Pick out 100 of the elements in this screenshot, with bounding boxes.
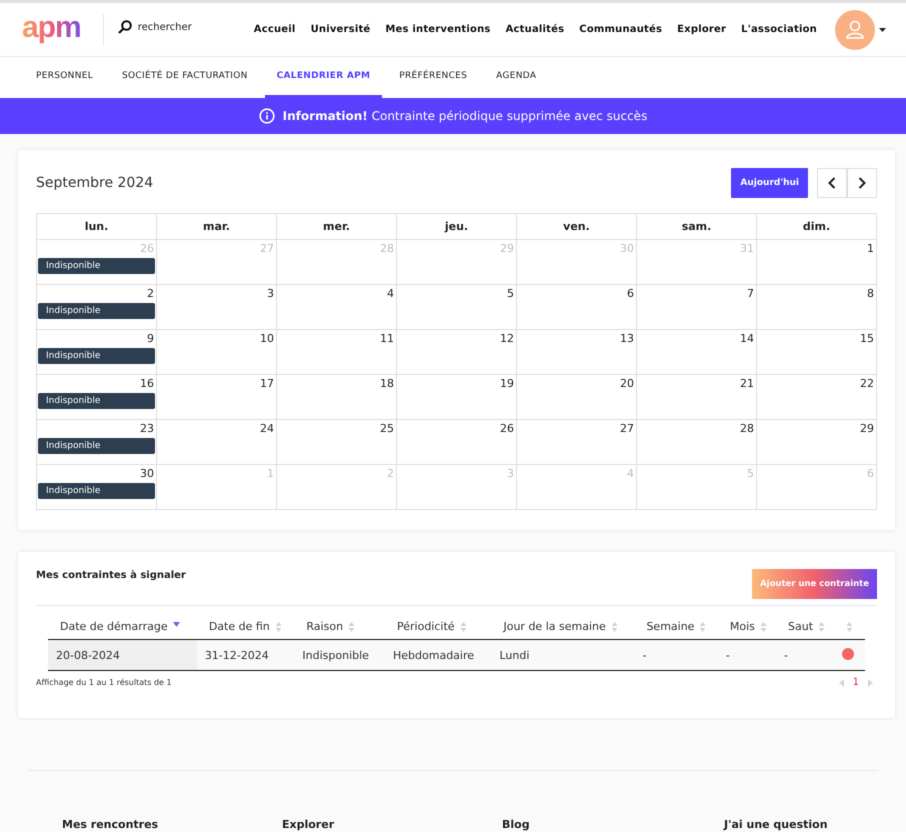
day-cell[interactable]: 2 Indisponible	[37, 285, 157, 330]
day-cell[interactable]: 17	[157, 375, 277, 420]
day-cell[interactable]: 5	[397, 285, 517, 330]
day-number: 20	[619, 377, 635, 390]
event-chip[interactable]: Indisponible	[38, 258, 155, 274]
chevron-left-icon	[828, 177, 836, 189]
day-cell[interactable]: 27	[517, 420, 637, 465]
tab[interactable]: PRÉFÉRENCES	[387, 57, 480, 98]
weekday-header: lun.	[37, 214, 157, 240]
nav-link[interactable]: L'association	[741, 24, 817, 35]
results-summary: Affichage du 1 au 1 résultats de 1	[36, 678, 172, 687]
day-cell[interactable]: 7	[637, 285, 757, 330]
day-cell[interactable]: 24	[157, 420, 277, 465]
search-field[interactable]: rechercher	[138, 22, 248, 32]
day-cell[interactable]: 6	[517, 285, 637, 330]
day-cell[interactable]: 21	[637, 375, 757, 420]
day-number: 7	[746, 287, 755, 300]
tab[interactable]: PERSONNEL	[24, 57, 106, 98]
table-cell: 20-08-2024	[48, 640, 197, 670]
day-cell[interactable]: 20	[517, 375, 637, 420]
day-cell[interactable]: 10	[157, 330, 277, 375]
event-chip[interactable]: Indisponible	[38, 393, 155, 409]
day-number: 19	[499, 377, 515, 390]
day-cell[interactable]: 14	[637, 330, 757, 375]
page-link[interactable]: 1	[852, 677, 859, 688]
event-chip[interactable]: Indisponible	[38, 438, 155, 454]
day-number: 24	[259, 422, 275, 435]
day-cell[interactable]: 22	[757, 375, 877, 420]
day-number: 27	[619, 422, 635, 435]
day-number: 28	[379, 242, 395, 255]
day-cell[interactable]: 26 Indisponible	[37, 240, 157, 285]
day-number: 22	[859, 377, 875, 390]
table-cell: Indisponible	[294, 640, 385, 670]
info-icon	[258, 108, 275, 124]
section-title: Mes contraintes à signaler	[36, 570, 186, 580]
tab[interactable]: AGENDA	[484, 57, 548, 98]
day-cell[interactable]: 25	[277, 420, 397, 465]
day-cell[interactable]: 11	[277, 330, 397, 375]
day-cell[interactable]: 13	[517, 330, 637, 375]
nav-link[interactable]: Mes interventions	[385, 24, 491, 35]
day-cell[interactable]: 15	[757, 330, 877, 375]
day-cell[interactable]: 1	[757, 240, 877, 285]
day-number: 3	[506, 467, 515, 480]
table-cell: 31-12-2024	[196, 640, 294, 670]
search-icon[interactable]	[118, 20, 132, 34]
nav-link[interactable]: Accueil	[254, 24, 296, 35]
weekday-header: ven.	[517, 214, 637, 240]
day-cell[interactable]: 9 Indisponible	[37, 330, 157, 375]
weekday-header: mar.	[157, 214, 277, 240]
day-cell[interactable]: 28	[637, 420, 757, 465]
day-cell[interactable]: 29	[757, 420, 877, 465]
day-cell[interactable]: 26	[397, 420, 517, 465]
previous-button[interactable]	[817, 168, 847, 198]
event-chip[interactable]: Indisponible	[38, 348, 155, 364]
day-number: 16	[139, 377, 155, 390]
day-number: 28	[739, 422, 755, 435]
nav-link[interactable]: Explorer	[677, 24, 726, 35]
day-number: 4	[386, 287, 395, 300]
weekday-header: dim.	[757, 214, 877, 240]
day-number: 5	[746, 467, 755, 480]
day-number: 26	[499, 422, 515, 435]
day-number: 1	[866, 242, 875, 255]
table-cell: -	[634, 640, 718, 670]
caret-icon[interactable]	[879, 28, 886, 32]
footer-heading: Blog	[502, 818, 531, 831]
day-number: 14	[739, 332, 755, 345]
day-number: 2	[386, 467, 395, 480]
day-cell[interactable]: 12	[397, 330, 517, 375]
delete-icon[interactable]	[842, 648, 854, 660]
event-chip[interactable]: Indisponible	[38, 483, 155, 499]
day-number: 30	[139, 467, 155, 480]
day-cell[interactable]: 3	[157, 285, 277, 330]
day-number: 29	[859, 422, 875, 435]
day-number: 13	[619, 332, 635, 345]
event-chip[interactable]: Indisponible	[38, 303, 155, 319]
day-number: 23	[139, 422, 155, 435]
day-cell[interactable]: 23 Indisponible	[37, 420, 157, 465]
day-number: 26	[139, 242, 155, 255]
nav-link[interactable]: Université	[310, 24, 370, 35]
tab[interactable]: SOCIÉTÉ DE FACTURATION	[110, 57, 260, 98]
day-cell[interactable]: 18	[277, 375, 397, 420]
nav-link[interactable]: Actualités	[506, 24, 564, 35]
day-number: 21	[739, 377, 755, 390]
day-cell[interactable]: 4	[277, 285, 397, 330]
day-number: 2	[146, 287, 155, 300]
day-number: 6	[866, 467, 875, 480]
footer-heading: Explorer	[282, 818, 336, 831]
day-cell[interactable]: 16 Indisponible	[37, 375, 157, 420]
chevron-right-icon	[858, 177, 866, 189]
day-number: 17	[259, 377, 275, 390]
weekday-header: sam.	[637, 214, 757, 240]
next-button[interactable]	[847, 168, 877, 198]
nav-link[interactable]: Communautés	[579, 24, 662, 35]
day-number: 18	[379, 377, 395, 390]
day-cell[interactable]: 30 Indisponible	[37, 465, 157, 510]
day-number: 5	[506, 287, 515, 300]
day-number: 29	[499, 242, 515, 255]
day-cell[interactable]: 8	[757, 285, 877, 330]
today-button[interactable]: Aujourd'hui	[731, 168, 808, 198]
day-cell[interactable]: 19	[397, 375, 517, 420]
